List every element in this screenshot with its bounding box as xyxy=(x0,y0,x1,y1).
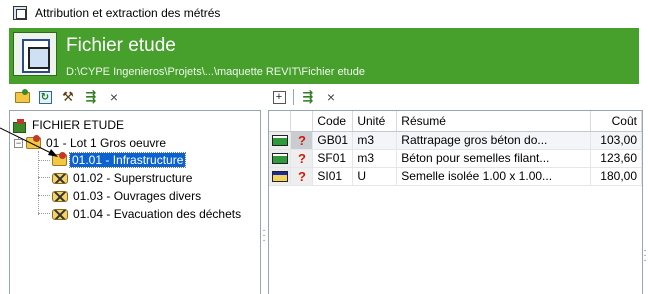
table-row[interactable]: ? SF01 m3 Béton pour semelles filant... … xyxy=(269,149,642,168)
tree-toolbar: ↻ ⚒ ⇶ × xyxy=(13,86,128,108)
tree-item[interactable]: 01.04 - Evacuation des déchets xyxy=(52,206,243,222)
question-mark-icon: ? xyxy=(297,168,306,184)
open-folder-button[interactable] xyxy=(13,88,31,106)
flag-cell: ? xyxy=(290,131,314,150)
tree-guide xyxy=(38,177,50,178)
summary-cell: Béton pour semelles filant... xyxy=(396,149,591,168)
flag-cell: ? xyxy=(290,149,314,168)
cost-cell: 103,00 xyxy=(590,131,642,150)
tree-structure-button[interactable]: ⚒ xyxy=(59,88,77,106)
collapse-icon[interactable]: − xyxy=(14,138,23,148)
grid-toolbar: + ⇶ × xyxy=(270,86,345,108)
column-header-cost[interactable]: Coût xyxy=(590,111,642,132)
unit-price-line-icon xyxy=(272,135,288,147)
refresh-icon: ↻ xyxy=(38,90,52,104)
code-cell: SF01 xyxy=(312,149,354,168)
tree-item-label: 01.02 - Superstructure xyxy=(73,171,193,185)
toolbar-separator xyxy=(293,89,294,105)
add-icon: + xyxy=(272,90,286,104)
summary-cell: Rattrapage gros béton do... xyxy=(396,131,591,150)
window-title: Attribution et extraction des métrés xyxy=(35,6,221,20)
title-bar: Attribution et extraction des métrés xyxy=(0,0,648,26)
tree-item-label: 01.01 - Infrastructure xyxy=(68,152,187,168)
tree-chapter-label: 01 - Lot 1 Gros oeuvre xyxy=(46,136,167,150)
tree-guide xyxy=(38,213,50,214)
items-grid-panel[interactable]: Code Unité Résumé Coût ? GB01 m3 Rattrap… xyxy=(268,110,643,294)
close-icon: × xyxy=(109,89,119,105)
unit-price-line-icon xyxy=(272,171,288,183)
link-button[interactable]: ⇶ xyxy=(82,88,100,106)
cost-cell: 180,00 xyxy=(590,167,642,186)
code-cell: GB01 xyxy=(312,131,354,150)
tree-guide xyxy=(38,160,50,161)
unit-price-line-icon xyxy=(272,153,288,165)
splitter-handle[interactable]: · · · xyxy=(262,226,266,246)
tree-structure-icon: ⚒ xyxy=(62,89,74,104)
table-row[interactable]: ? SI01 U Semelle isolée 1.00 x 1.00... 1… xyxy=(269,167,642,186)
subchapter-icon xyxy=(52,208,68,220)
tree-root[interactable]: FICHIER ETUDE xyxy=(13,117,126,133)
subchapter-icon xyxy=(52,190,68,202)
refresh-button[interactable]: ↻ xyxy=(36,88,54,106)
banner-heading: Fichier etude xyxy=(66,35,176,56)
status-cell xyxy=(269,149,292,168)
flag-cell: ? xyxy=(290,167,314,186)
column-header-unit[interactable]: Unité xyxy=(352,111,398,132)
tree-item-label: 01.03 - Ouvrages divers xyxy=(73,189,202,203)
tree-item[interactable]: 01.03 - Ouvrages divers xyxy=(52,188,203,204)
banner-path: D:\CYPE Ingenieros\Projets\...\maquette … xyxy=(66,66,365,78)
subchapter-icon xyxy=(52,172,68,184)
column-header-summary[interactable]: Résumé xyxy=(396,111,591,132)
items-table: Code Unité Résumé Coût ? GB01 m3 Rattrap… xyxy=(269,111,642,186)
add-button[interactable]: + xyxy=(270,88,288,106)
column-header-status[interactable] xyxy=(269,111,292,132)
tree-item[interactable]: 01.02 - Superstructure xyxy=(52,170,194,186)
link-button-right[interactable]: ⇶ xyxy=(299,88,317,106)
app-icon xyxy=(13,6,27,20)
code-cell: SI01 xyxy=(312,167,354,186)
tree-item-label: 01.04 - Evacuation des déchets xyxy=(73,207,242,221)
close-icon: × xyxy=(326,89,336,105)
tree-item[interactable]: 01.01 - Infrastructure xyxy=(52,152,187,168)
link-icon: ⇶ xyxy=(85,89,97,104)
column-header-code[interactable]: Code xyxy=(312,111,354,132)
tree-panel[interactable]: FICHIER ETUDE − 01 - Lot 1 Gros oeuvre 0… xyxy=(9,110,261,294)
question-mark-icon: ? xyxy=(297,132,306,148)
header-banner: Fichier etude D:\CYPE Ingenieros\Projets… xyxy=(9,28,639,84)
unit-cell: m3 xyxy=(352,131,398,150)
splitter-handle-right[interactable]: · · · xyxy=(643,246,647,266)
question-mark-icon: ? xyxy=(297,150,306,166)
column-header-flag[interactable] xyxy=(290,111,314,132)
link-icon: ⇶ xyxy=(302,89,314,104)
chapter-icon xyxy=(26,135,41,149)
unit-cell: U xyxy=(352,167,398,186)
delete-button[interactable]: × xyxy=(105,88,123,106)
study-file-icon xyxy=(13,32,57,76)
summary-cell: Semelle isolée 1.00 x 1.00... xyxy=(396,167,591,186)
subchapter-icon xyxy=(52,152,67,166)
open-folder-icon xyxy=(14,88,30,103)
project-icon xyxy=(13,119,26,133)
table-header: Code Unité Résumé Coût xyxy=(269,111,642,132)
tree-root-label: FICHIER ETUDE xyxy=(32,118,125,132)
status-cell xyxy=(269,131,292,150)
tree-guide xyxy=(38,195,50,196)
tree-chapter[interactable]: − 01 - Lot 1 Gros oeuvre xyxy=(14,135,168,151)
table-row[interactable]: ? GB01 m3 Rattrapage gros béton do... 10… xyxy=(269,131,642,150)
status-cell xyxy=(269,167,292,186)
unit-cell: m3 xyxy=(352,149,398,168)
delete-button-right[interactable]: × xyxy=(322,88,340,106)
cost-cell: 123,60 xyxy=(590,149,642,168)
